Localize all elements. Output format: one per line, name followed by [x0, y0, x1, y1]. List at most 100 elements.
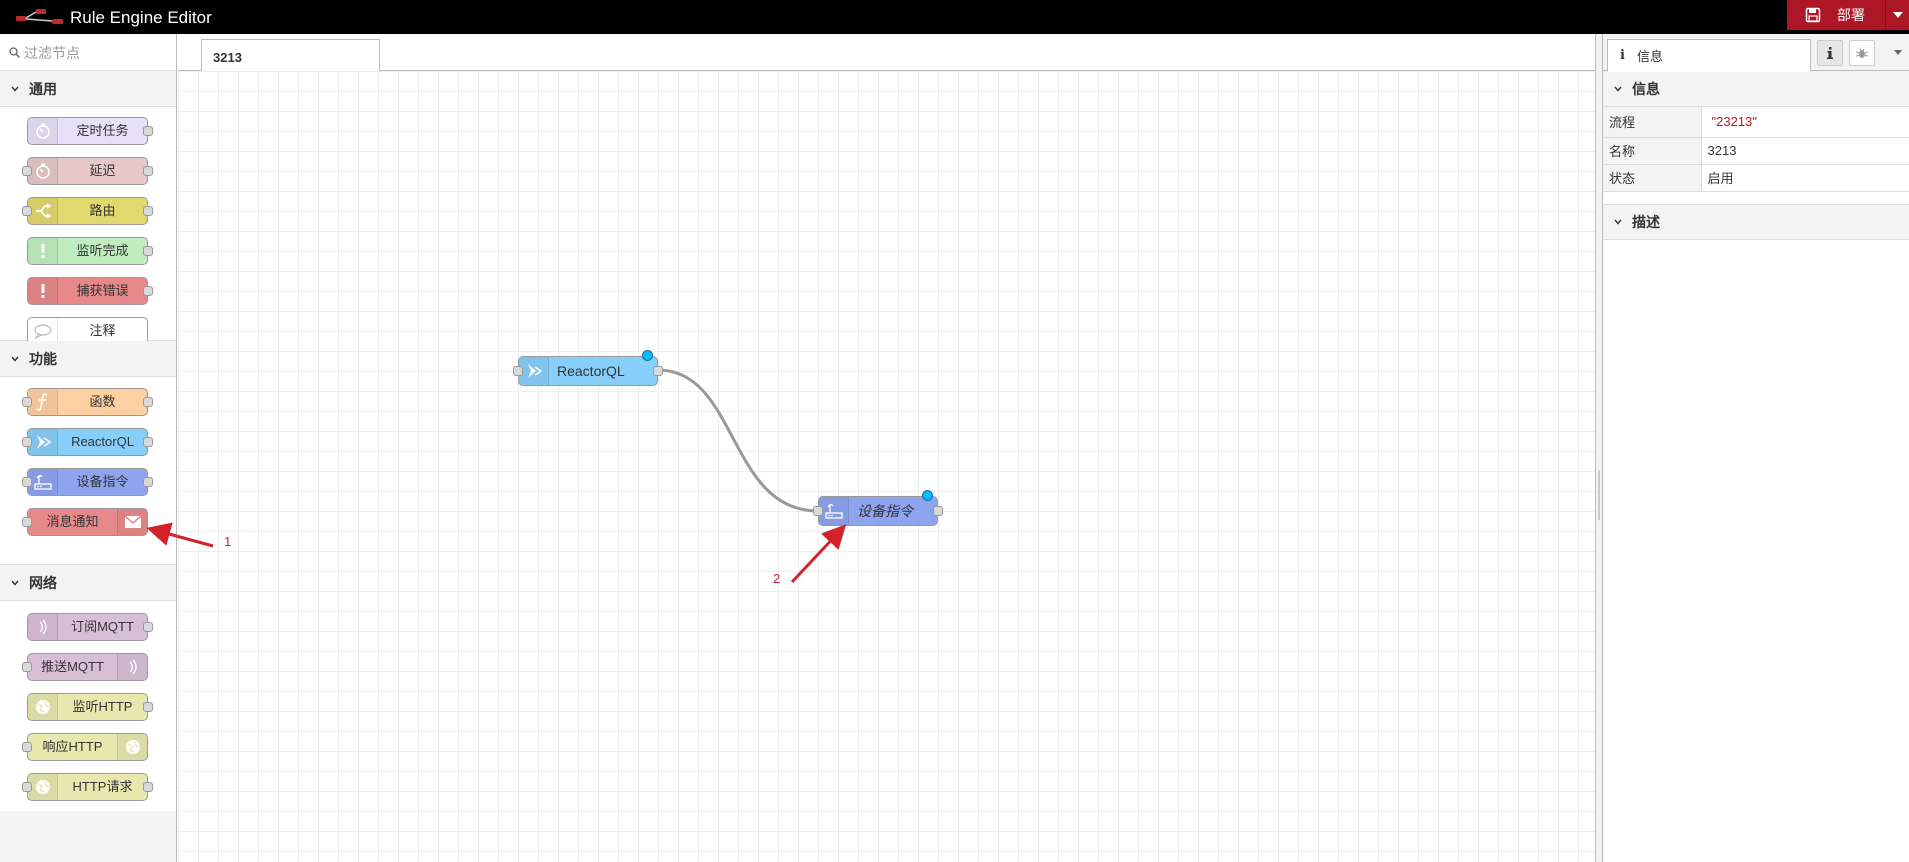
input-port[interactable] — [813, 506, 823, 516]
palette-node-mqtt-out[interactable]: 推送MQTT — [22, 653, 148, 681]
web-icon-box — [28, 694, 58, 720]
palette-node-label: 捕获错误 — [76, 283, 129, 298]
output-port[interactable] — [143, 397, 153, 407]
input-port[interactable] — [22, 517, 32, 527]
web-icon — [125, 740, 140, 754]
palette-node-label: 消息通知 — [46, 514, 99, 529]
output-port[interactable] — [933, 506, 943, 516]
property-value: 3213 — [1701, 137, 1909, 165]
chevron-down-icon — [11, 86, 19, 92]
input-port[interactable] — [22, 782, 32, 792]
workspace-canvas[interactable]: ReactorQL 设备指令 — [178, 71, 1595, 862]
reactor-icon — [527, 364, 542, 378]
table-row: 流程 "23213" — [1603, 107, 1909, 138]
annotation-number-2: 2 — [773, 571, 781, 586]
section-label: 信息 — [1632, 80, 1660, 97]
output-port[interactable] — [143, 702, 153, 712]
web-icon-box — [117, 734, 147, 760]
input-port[interactable] — [22, 662, 32, 672]
palette-node-label: HTTP请求 — [72, 779, 133, 794]
palette-node-notification[interactable]: 消息通知 — [22, 508, 148, 536]
palette-node-complete[interactable]: 监听完成 — [27, 237, 153, 265]
timer-icon — [35, 123, 50, 139]
section-header-description[interactable]: 描述 — [1603, 203, 1909, 240]
caret-down-icon[interactable] — [1893, 48, 1903, 56]
input-port[interactable] — [22, 166, 32, 176]
sidebar-separator[interactable] — [1595, 34, 1603, 862]
palette-node-timer[interactable]: 定时任务 — [27, 117, 153, 145]
flow-node-device-command[interactable]: 设备指令 — [813, 490, 943, 526]
function-icon — [35, 393, 47, 411]
palette-node-reactorql[interactable]: ReactorQL — [22, 428, 153, 456]
palette-node-catch[interactable]: 捕获错误 — [27, 277, 153, 305]
workspace-tabs: 3213 — [178, 34, 1595, 72]
flow-node-reactorql[interactable]: ReactorQL — [513, 350, 663, 386]
palette-node-label: 设备指令 — [76, 474, 129, 489]
output-port[interactable] — [143, 437, 153, 447]
category-label: 功能 — [29, 350, 57, 367]
device-icon — [824, 503, 843, 519]
web-icon — [35, 700, 50, 714]
property-key: 流程 — [1603, 107, 1702, 138]
output-port[interactable] — [143, 126, 153, 136]
alert-icon-box — [28, 238, 58, 264]
palette-node-device-command[interactable]: 设备指令 — [22, 468, 153, 496]
info-icon: i — [1620, 48, 1625, 63]
deploy-menu-button[interactable] — [1885, 0, 1909, 30]
search-icon — [9, 47, 20, 58]
output-port[interactable] — [143, 286, 153, 296]
deploy-button[interactable]: 部署 — [1787, 0, 1909, 30]
device-icon-box — [28, 469, 58, 495]
input-port[interactable] — [22, 437, 32, 447]
palette-node-http-in[interactable]: 监听HTTP — [27, 693, 153, 721]
app-logo-icon — [16, 9, 63, 24]
palette-node-delay[interactable]: 延迟 — [22, 157, 153, 185]
tab-info[interactable]: i 信息 — [1607, 39, 1811, 72]
input-port[interactable] — [22, 206, 32, 216]
palette-node-http-response[interactable]: 响应HTTP — [22, 733, 148, 761]
envelope-icon — [124, 515, 141, 528]
output-port[interactable] — [143, 246, 153, 256]
palette-node-switch[interactable]: 路由 — [22, 197, 153, 225]
palette-node-mqtt-in[interactable]: 订阅MQTT — [27, 613, 153, 641]
input-port[interactable] — [22, 477, 32, 487]
palette-node-label: 推送MQTT — [41, 659, 104, 674]
debug-panel-button[interactable] — [1849, 40, 1875, 66]
palette-node-label: ReactorQL — [71, 434, 134, 449]
output-port[interactable] — [653, 366, 663, 376]
category-header-function[interactable]: 功能 — [0, 341, 176, 377]
output-port[interactable] — [143, 477, 153, 487]
palette-node-http-request[interactable]: HTTP请求 — [22, 773, 153, 801]
category-header-general[interactable]: 通用 — [0, 71, 176, 107]
mqtt-icon-box — [117, 654, 147, 680]
output-port[interactable] — [143, 782, 153, 792]
input-port[interactable] — [22, 397, 32, 407]
deploy-label: 部署 — [1837, 7, 1865, 23]
category-header-network[interactable]: 网络 — [0, 565, 176, 601]
palette-node-function[interactable]: 函数 — [22, 388, 153, 416]
section-header-info[interactable]: 信息 — [1603, 71, 1909, 107]
info-panel-button[interactable] — [1817, 40, 1843, 66]
palette-search-input[interactable] — [24, 43, 169, 63]
sidebar: i 信息 信息 流程 "23213" 名称 3213 状态 启用 描述 — [1603, 34, 1909, 862]
web-icon — [35, 780, 50, 794]
table-row: 状态 启用 — [1603, 164, 1909, 192]
output-port[interactable] — [143, 166, 153, 176]
input-port[interactable] — [22, 742, 32, 752]
section-label: 描述 — [1632, 213, 1660, 230]
mqtt-icon-box — [28, 614, 58, 640]
separator-grip[interactable] — [1598, 470, 1600, 520]
palette-node-label: 延迟 — [89, 163, 116, 178]
palette-node-label: 监听HTTP — [72, 699, 133, 714]
flow-wire[interactable] — [178, 71, 1595, 862]
node-palette: 通用 定时任务 延迟 路由 — [0, 34, 177, 862]
property-value: 启用 — [1701, 164, 1909, 192]
input-port[interactable] — [513, 366, 523, 376]
device-icon-box — [819, 497, 849, 525]
output-port[interactable] — [143, 622, 153, 632]
category-body-function: 函数 ReactorQL 设备指令 消息通知 — [0, 377, 176, 565]
chevron-down-icon — [11, 356, 19, 362]
tab-flow[interactable]: 3213 — [201, 39, 380, 72]
output-port[interactable] — [143, 206, 153, 216]
